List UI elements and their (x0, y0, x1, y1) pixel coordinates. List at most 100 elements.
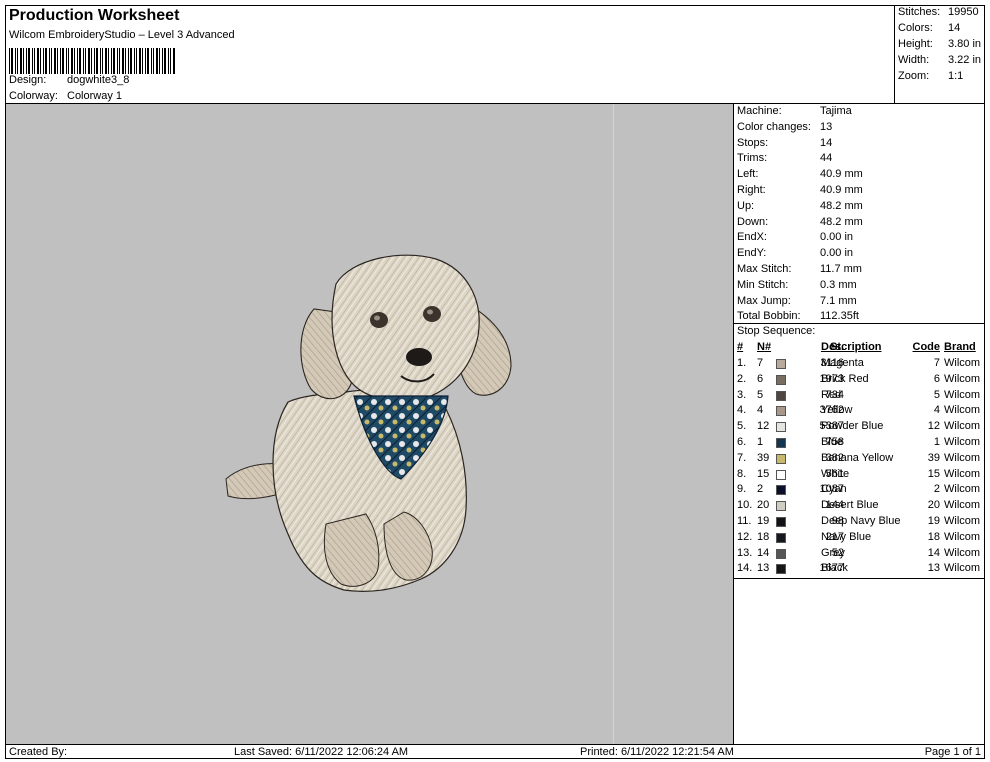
color-swatch (776, 453, 786, 464)
color-description: Yellow (821, 404, 853, 417)
stop-sequence-row: 14. 13 1677 Black 13 Wilcom (734, 562, 984, 578)
machine-info-value: 11.7 mm (820, 263, 862, 275)
machine-info-label: Up: (737, 199, 755, 212)
machine-info-row: Up: 48.2 mm (737, 200, 863, 212)
row-number: 10. (737, 499, 753, 512)
stitches-value: 19950 (948, 6, 979, 18)
software-name: Wilcom EmbroideryStudio – Level 3 Advanc… (9, 29, 235, 41)
needle-number: 13 (757, 562, 770, 575)
col-num-header: # (737, 341, 744, 353)
stop-sequence-row: 1. 7 3116 Magenta 7 Wilcom (734, 357, 984, 373)
colorway-label: Colorway: (9, 90, 58, 102)
machine-info-value: 0.00 in (820, 231, 854, 244)
thread-brand: Wilcom (944, 451, 981, 464)
color-swatch (776, 564, 786, 575)
stitches-row: Stitches: 19950 (898, 6, 979, 18)
machine-info-label: EndY: (737, 247, 767, 260)
color-swatch (776, 485, 786, 496)
row-number: 7. (737, 451, 747, 464)
stop-sequence-title: Stop Sequence: (737, 325, 816, 337)
row-number: 4. (737, 404, 747, 417)
color-description: Black (821, 562, 848, 575)
worksheet-header: Production Worksheet Wilcom EmbroiderySt… (5, 5, 894, 104)
worksheet-footer: Created By: Last Saved: 6/11/2022 12:06:… (5, 744, 985, 759)
machine-info-value: 44 (820, 152, 833, 165)
section-divider (734, 323, 984, 324)
color-swatch (776, 548, 786, 559)
machine-info-value: 14 (820, 136, 833, 149)
stop-sequence-row: 6. 1 758 Blue 1 Wilcom (734, 436, 984, 452)
stop-sequence-row: 4. 4 3762 Yellow 4 Wilcom (734, 404, 984, 420)
color-swatch (776, 501, 786, 512)
row-number: 6. (737, 436, 747, 448)
machine-info-row: Max Stitch: 11.7 mm (737, 263, 862, 275)
thread-brand: Wilcom (944, 388, 981, 401)
needle-number: 19 (757, 515, 770, 527)
machine-info-label: Max Jump: (737, 294, 791, 307)
row-number: 9. (737, 483, 747, 496)
machine-info-label: Color changes: (737, 120, 811, 133)
machine-info-row: Stops: 14 (737, 137, 832, 149)
row-number: 1. (737, 357, 747, 369)
stop-sequence-row: 5. 12 5387 Powder Blue 12 Wilcom (734, 420, 984, 436)
design-row: Design: dogwhite3_8 (9, 74, 129, 86)
color-code: 19 (927, 515, 940, 527)
color-description: Deep Navy Blue (821, 515, 901, 527)
color-description: Magenta (821, 357, 864, 369)
machine-info-value: 7.1 mm (820, 294, 857, 307)
color-code: 4 (933, 404, 940, 417)
machine-info-row: Right: 40.9 mm (737, 184, 863, 196)
color-code: 14 (927, 546, 940, 559)
color-code: 13 (927, 562, 940, 575)
color-swatch (776, 422, 786, 433)
needle-number: 2 (757, 483, 764, 496)
machine-info-value: 13 (820, 120, 833, 133)
created-by: Created By: (9, 746, 68, 758)
machine-info-value: 0.3 mm (820, 278, 857, 291)
color-description: Desert Blue (821, 499, 879, 512)
machine-info-value: 48.2 mm (820, 215, 863, 228)
color-description: Powder Blue (821, 420, 884, 433)
printed-date: Printed: 6/11/2022 12:21:54 AM (580, 746, 734, 758)
zoom-value: 1:1 (948, 70, 964, 82)
color-swatch (776, 406, 786, 417)
needle-number: 39 (757, 451, 770, 464)
thread-brand: Wilcom (944, 546, 981, 559)
thread-brand: Wilcom (944, 530, 981, 543)
machine-info-row: Trims: 44 (737, 152, 832, 164)
stop-sequence-row: 8. 15 561 White 15 Wilcom (734, 468, 984, 484)
machine-info-row: Left: 40.9 mm (737, 168, 863, 180)
machine-info-panel: Machine: Tajima Color changes: 13 Stops: 14 Tr… (733, 104, 985, 579)
stitches-label: Stitches: (898, 6, 941, 18)
thread-brand: Wilcom (944, 357, 981, 369)
machine-info-label: Total Bobbin: (737, 310, 801, 323)
machine-info-label: Machine: (737, 105, 782, 117)
needle-number: 6 (757, 372, 764, 385)
color-description: White (821, 467, 850, 480)
page-number: Page 1 of 1 (924, 746, 981, 758)
color-code: 15 (927, 467, 940, 480)
row-number: 2. (737, 372, 747, 385)
height-label: Height: (898, 38, 933, 50)
colors-value: 14 (948, 22, 961, 34)
zoom-label: Zoom: (898, 70, 930, 82)
thread-brand: Wilcom (944, 499, 981, 512)
machine-info-label: Min Stitch: (737, 278, 789, 291)
width-label: Width: (898, 54, 930, 66)
color-description: Blue (821, 436, 844, 448)
color-swatch (776, 438, 786, 448)
stop-sequence-row: 2. 6 1973 Brick Red 6 Wilcom (734, 373, 984, 389)
color-code: 39 (927, 451, 940, 464)
design-stats: Stitches: 19950 Colors: 14 Height: 3.80 in … (894, 5, 985, 104)
stop-sequence-row: 13. 14 52 Grey 14 Wilcom (734, 547, 984, 563)
machine-info-row: EndX: 0.00 in (737, 231, 853, 243)
colorway-row: Colorway: Colorway 1 (9, 90, 122, 102)
machine-info-row: Down: 48.2 mm (737, 216, 863, 228)
color-description: Brick Red (821, 372, 869, 385)
worksheet-title: Production Worksheet (9, 7, 180, 24)
row-number: 12. (737, 530, 753, 543)
color-code: 18 (927, 530, 940, 543)
colorway-value: Colorway 1 (67, 90, 123, 102)
colors-label: Colors: (898, 22, 933, 34)
design-preview-canvas[interactable] (5, 104, 733, 744)
